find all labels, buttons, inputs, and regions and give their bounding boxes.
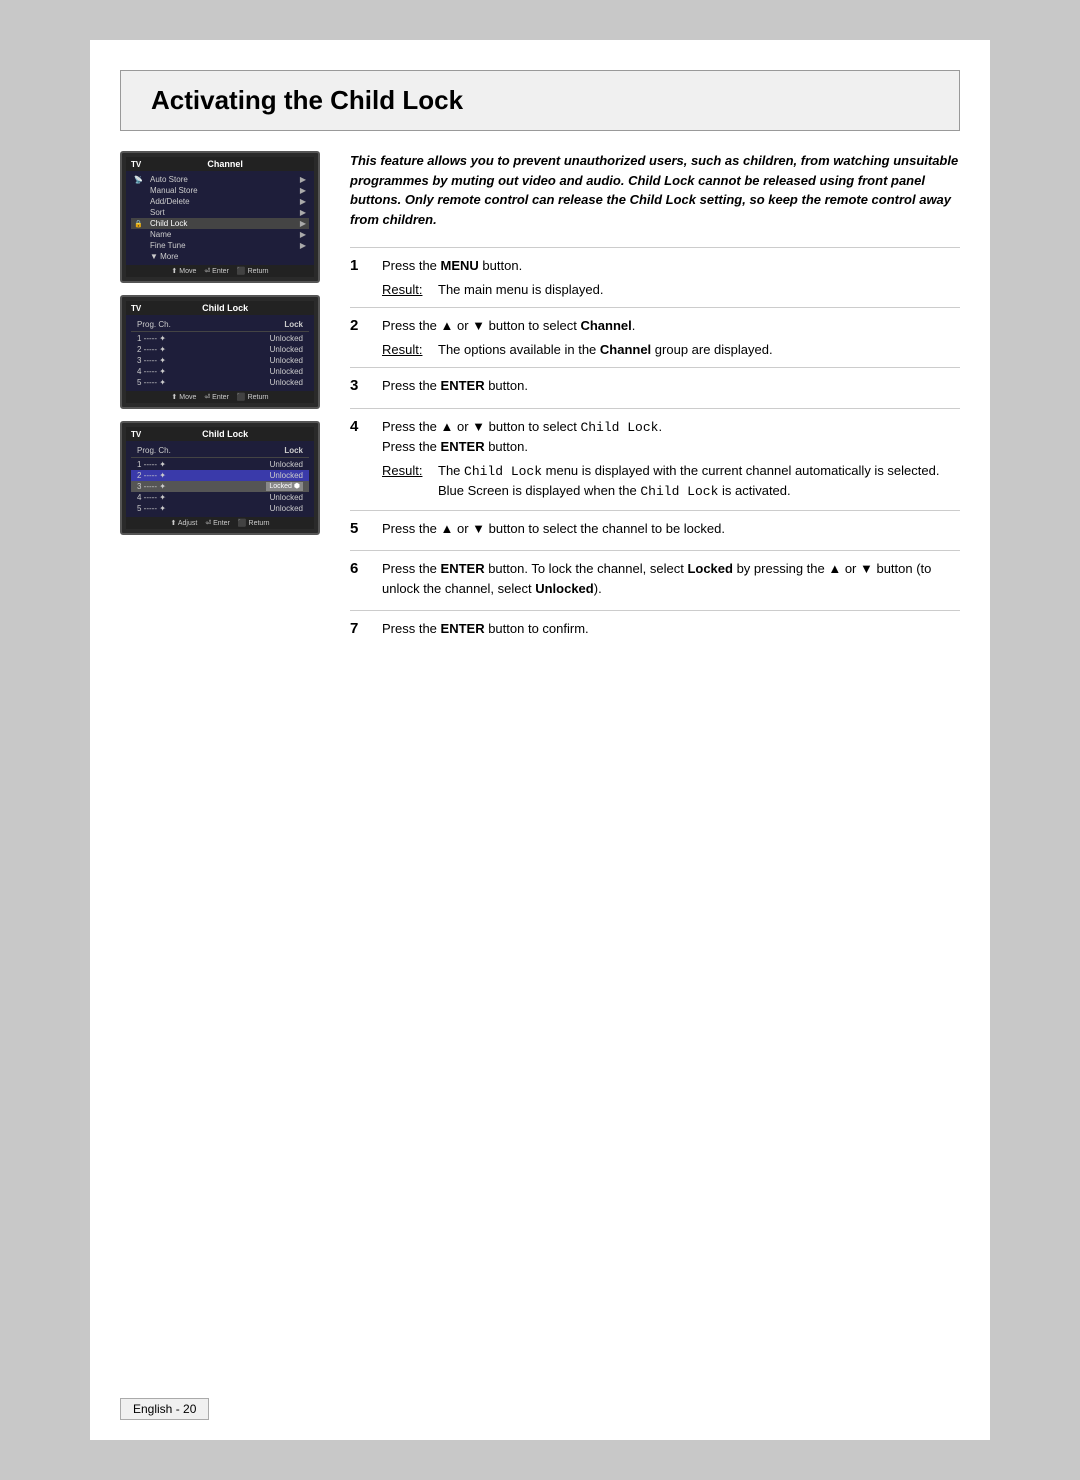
return-label-2: ⬛ Return bbox=[237, 393, 269, 401]
step-1-result-text: The main menu is displayed. bbox=[438, 280, 603, 300]
tv-screen-1: TV Channel 📡 Auto Store ▶ Manual Store bbox=[120, 151, 320, 283]
step-3-content: Press the ENTER button. bbox=[382, 376, 960, 400]
step-3-number: 3 bbox=[350, 376, 370, 400]
title-bar: Activating the Child Lock bbox=[120, 70, 960, 131]
tv-menu-row-3: Add/Delete ▶ bbox=[131, 196, 309, 207]
tv-screen3-label: TV bbox=[131, 430, 141, 439]
tv-screen1-header: TV Channel bbox=[126, 157, 314, 171]
step-6: 6 Press the ENTER button. To lock the ch… bbox=[350, 550, 960, 610]
enter-label-2: ⏎ Enter bbox=[204, 393, 229, 401]
step-6-number: 6 bbox=[350, 559, 370, 602]
tv-screen2-title: Child Lock bbox=[141, 303, 309, 313]
step-4: 4 Press the ▲ or ▼ button to select Chil… bbox=[350, 408, 960, 510]
tv-menu-row-7: Fine Tune ▶ bbox=[131, 240, 309, 251]
intro-text: This feature allows you to prevent unaut… bbox=[350, 151, 960, 229]
step-4-content: Press the ▲ or ▼ button to select Child … bbox=[382, 417, 960, 502]
tv-screen3-title: Child Lock bbox=[141, 429, 309, 439]
ch-row-3-4: 4 ----- ✦ Unlocked bbox=[131, 492, 309, 503]
ch-row-2-4: 4 ----- ✦ Unlocked bbox=[131, 366, 309, 377]
ch-header-2: Prog. Ch. Lock bbox=[131, 318, 309, 332]
step-5-instruction: Press the ▲ or ▼ button to select the ch… bbox=[382, 519, 960, 539]
antenna-icon: 📡 bbox=[134, 176, 148, 184]
return-label-3: ⬛ Return bbox=[238, 519, 270, 527]
tv-screen1-title: Channel bbox=[141, 159, 309, 169]
tv-inner-2: TV Child Lock Prog. Ch. Lock 1 ----- ✦ U… bbox=[126, 301, 314, 403]
tv-menu-row-5-childlock: 🔒 Child Lock ▶ bbox=[131, 218, 309, 229]
step-2-result: Result: The options available in the Cha… bbox=[382, 340, 960, 360]
ch-row-3-5: 5 ----- ✦ Unlocked bbox=[131, 503, 309, 514]
page: Activating the Child Lock TV Channel 📡 A… bbox=[90, 40, 990, 1440]
tv-screen1-body: 📡 Auto Store ▶ Manual Store ▶ Add/Delete bbox=[126, 171, 314, 265]
tv-screen2-body: Prog. Ch. Lock 1 ----- ✦ Unlocked 2 ----… bbox=[126, 315, 314, 391]
step-1-number: 1 bbox=[350, 256, 370, 299]
ch-row-3-3: 3 ----- ✦ Locked ⬢ bbox=[131, 481, 309, 492]
step-2-result-text: The options available in the Channel gro… bbox=[438, 340, 773, 360]
enter-label: ⏎ Enter bbox=[204, 267, 229, 275]
step-3-instruction: Press the ENTER button. bbox=[382, 376, 960, 396]
enter-label-3: ⏎ Enter bbox=[205, 519, 230, 527]
step-7-instruction: Press the ENTER button to confirm. bbox=[382, 619, 960, 639]
step-6-instruction: Press the ENTER button. To lock the chan… bbox=[382, 559, 960, 598]
ch-row-2-2: 2 ----- ✦ Unlocked bbox=[131, 344, 309, 355]
move-label: ⬆ Move bbox=[171, 267, 196, 275]
step-3: 3 Press the ENTER button. bbox=[350, 367, 960, 408]
step-2: 2 Press the ▲ or ▼ button to select Chan… bbox=[350, 307, 960, 367]
tv-screen2-label: TV bbox=[131, 304, 141, 313]
tv-menu-row-8: ▼ More bbox=[131, 251, 309, 262]
ch-row-2-1: 1 ----- ✦ Unlocked bbox=[131, 333, 309, 344]
step-5-number: 5 bbox=[350, 519, 370, 543]
step-7-content: Press the ENTER button to confirm. bbox=[382, 619, 960, 643]
step-1: 1 Press the MENU button. Result: The mai… bbox=[350, 247, 960, 307]
tv-menu-row-6: Name ▶ bbox=[131, 229, 309, 240]
lock-icon: 🔒 bbox=[134, 220, 148, 228]
step-6-content: Press the ENTER button. To lock the chan… bbox=[382, 559, 960, 602]
step-7-number: 7 bbox=[350, 619, 370, 643]
step-4-result: Result: The Child Lock menu is displayed… bbox=[382, 461, 960, 502]
step-7: 7 Press the ENTER button to confirm. bbox=[350, 610, 960, 651]
step-1-instruction: Press the MENU button. bbox=[382, 256, 960, 276]
tv-menu-row-2: Manual Store ▶ bbox=[131, 185, 309, 196]
ch-row-2-5: 5 ----- ✦ Unlocked bbox=[131, 377, 309, 388]
tv-screen2-header: TV Child Lock bbox=[126, 301, 314, 315]
step-4-instruction: Press the ▲ or ▼ button to select Child … bbox=[382, 417, 960, 457]
right-column: This feature allows you to prevent unaut… bbox=[350, 151, 960, 651]
tv-screen-2: TV Child Lock Prog. Ch. Lock 1 ----- ✦ U… bbox=[120, 295, 320, 409]
return-label: ⬛ Return bbox=[237, 267, 269, 275]
tv-screen3-footer: ⬆ Adjust ⏎ Enter ⬛ Return bbox=[126, 517, 314, 529]
tv-inner-1: TV Channel 📡 Auto Store ▶ Manual Store bbox=[126, 157, 314, 277]
adjust-label: ⬆ Adjust bbox=[170, 519, 197, 527]
move-label-2: ⬆ Move bbox=[171, 393, 196, 401]
tv-menu-row-1: 📡 Auto Store ▶ bbox=[131, 174, 309, 185]
footer-text: English - 20 bbox=[133, 1402, 196, 1416]
step-5: 5 Press the ▲ or ▼ button to select the … bbox=[350, 510, 960, 551]
left-column: TV Channel 📡 Auto Store ▶ Manual Store bbox=[120, 151, 330, 651]
step-2-result-label: Result: bbox=[382, 340, 432, 360]
ch-header-3: Prog. Ch. Lock bbox=[131, 444, 309, 458]
step-1-result-label: Result: bbox=[382, 280, 432, 300]
main-content: TV Channel 📡 Auto Store ▶ Manual Store bbox=[90, 151, 990, 651]
tv-screen-3: TV Child Lock Prog. Ch. Lock 1 ----- ✦ U… bbox=[120, 421, 320, 535]
step-2-content: Press the ▲ or ▼ button to select Channe… bbox=[382, 316, 960, 359]
ch-row-2-3: 3 ----- ✦ Unlocked bbox=[131, 355, 309, 366]
tv-screen2-footer: ⬆ Move ⏎ Enter ⬛ Return bbox=[126, 391, 314, 403]
step-1-content: Press the MENU button. Result: The main … bbox=[382, 256, 960, 299]
step-1-result: Result: The main menu is displayed. bbox=[382, 280, 960, 300]
tv-screen3-body: Prog. Ch. Lock 1 ----- ✦ Unlocked 2 ----… bbox=[126, 441, 314, 517]
step-2-instruction: Press the ▲ or ▼ button to select Channe… bbox=[382, 316, 960, 336]
step-5-content: Press the ▲ or ▼ button to select the ch… bbox=[382, 519, 960, 543]
page-footer: English - 20 bbox=[120, 1398, 209, 1420]
tv-screen1-footer: ⬆ Move ⏎ Enter ⬛ Return bbox=[126, 265, 314, 277]
step-4-number: 4 bbox=[350, 417, 370, 502]
step-2-number: 2 bbox=[350, 316, 370, 359]
tv-inner-3: TV Child Lock Prog. Ch. Lock 1 ----- ✦ U… bbox=[126, 427, 314, 529]
tv-screen3-header: TV Child Lock bbox=[126, 427, 314, 441]
step-4-result-text: The Child Lock menu is displayed with th… bbox=[438, 461, 939, 502]
tv-menu-row-4: Sort ▶ bbox=[131, 207, 309, 218]
ch-row-3-2: 2 ----- ✦ Unlocked bbox=[131, 470, 309, 481]
step-4-result-label: Result: bbox=[382, 461, 432, 502]
page-title: Activating the Child Lock bbox=[151, 85, 929, 116]
ch-row-3-1: 1 ----- ✦ Unlocked bbox=[131, 459, 309, 470]
tv-screen1-label: TV bbox=[131, 160, 141, 169]
